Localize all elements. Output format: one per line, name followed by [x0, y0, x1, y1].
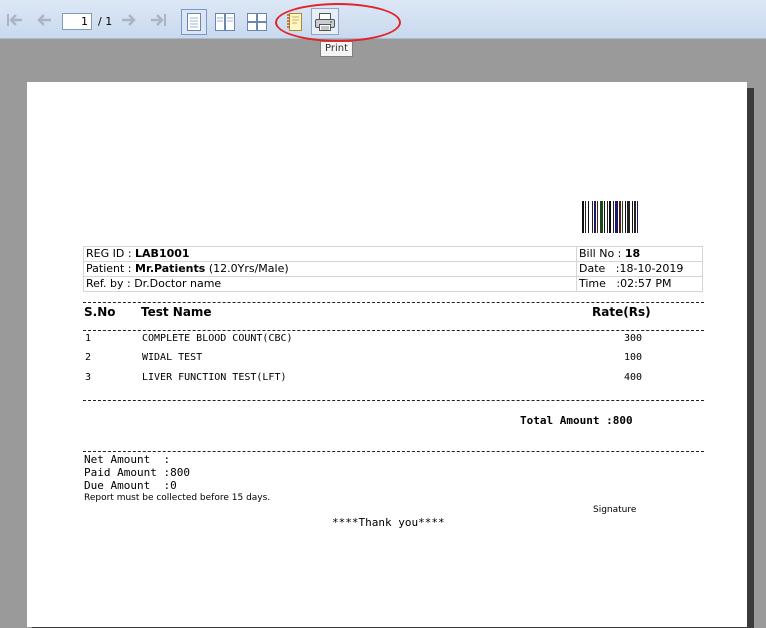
patient-meta: (12.0Yrs/Male) [208, 262, 289, 275]
single-page-view-icon[interactable] [181, 9, 207, 35]
last-page-icon[interactable] [147, 9, 169, 31]
divider [83, 451, 704, 452]
two-page-view-icon[interactable] [212, 9, 238, 35]
reg-id-value: LAB1001 [135, 247, 190, 260]
time-cell: Time :02:57 PM [576, 276, 703, 292]
signature-label: Signature [593, 505, 637, 515]
ref-by-cell: Ref. by : Dr.Doctor name [83, 276, 577, 292]
patient-cell: Patient : Mr.Patients (12.0Yrs/Male) [83, 261, 577, 277]
test-sno: 2 [85, 352, 92, 363]
test-name: LIVER FUNCTION TEST(LFT) [142, 372, 287, 383]
due-amount: Due Amount :0 [84, 479, 177, 492]
next-page-icon[interactable] [118, 9, 140, 31]
date-value: :18-10-2019 [615, 262, 684, 275]
barcode [582, 201, 674, 233]
test-sno: 3 [85, 372, 92, 383]
patient-info-table: REG ID : LAB1001 Bill No : 18 Patient : … [83, 246, 703, 292]
col-test-header: Test Name [141, 305, 212, 319]
date-cell: Date :18-10-2019 [576, 261, 703, 277]
divider [83, 400, 704, 401]
page-total-label: / 1 [98, 15, 113, 28]
bill-no-cell: Bill No : 18 [576, 246, 703, 262]
net-amount: Net Amount : [84, 453, 171, 466]
print-highlight-circle [275, 3, 401, 42]
test-rate: 300 [624, 333, 643, 344]
multi-page-view-icon[interactable] [244, 9, 270, 35]
page-number-input[interactable]: 1 [62, 13, 92, 30]
test-name: COMPLETE BLOOD COUNT(CBC) [142, 333, 293, 344]
first-page-icon[interactable] [4, 9, 26, 31]
paid-amount: Paid Amount :800 [84, 466, 190, 479]
thank-you-text: ****Thank you**** [332, 516, 445, 529]
test-sno: 1 [85, 333, 92, 344]
reg-id-cell: REG ID : LAB1001 [83, 246, 577, 262]
collection-note: Report must be collected before 15 days. [84, 493, 271, 503]
print-tooltip: Print [320, 41, 354, 57]
col-sno-header: S.No [84, 305, 116, 319]
bill-no-value: 18 [624, 247, 641, 260]
total-amount: Total Amount :800 [520, 414, 633, 427]
divider [83, 330, 704, 331]
test-rate: 100 [624, 352, 643, 363]
divider [83, 302, 704, 303]
previous-page-icon[interactable] [33, 9, 55, 31]
col-rate-header: Rate(Rs) [592, 305, 651, 319]
patient-name: Mr.Patients [135, 262, 206, 275]
test-name: WIDAL TEST [142, 352, 203, 363]
time-value: :02:57 PM [616, 277, 672, 290]
ref-by-value: Dr.Doctor name [134, 277, 222, 290]
report-page: REG ID : LAB1001 Bill No : 18 Patient : … [27, 82, 747, 627]
test-rate: 400 [624, 372, 643, 383]
